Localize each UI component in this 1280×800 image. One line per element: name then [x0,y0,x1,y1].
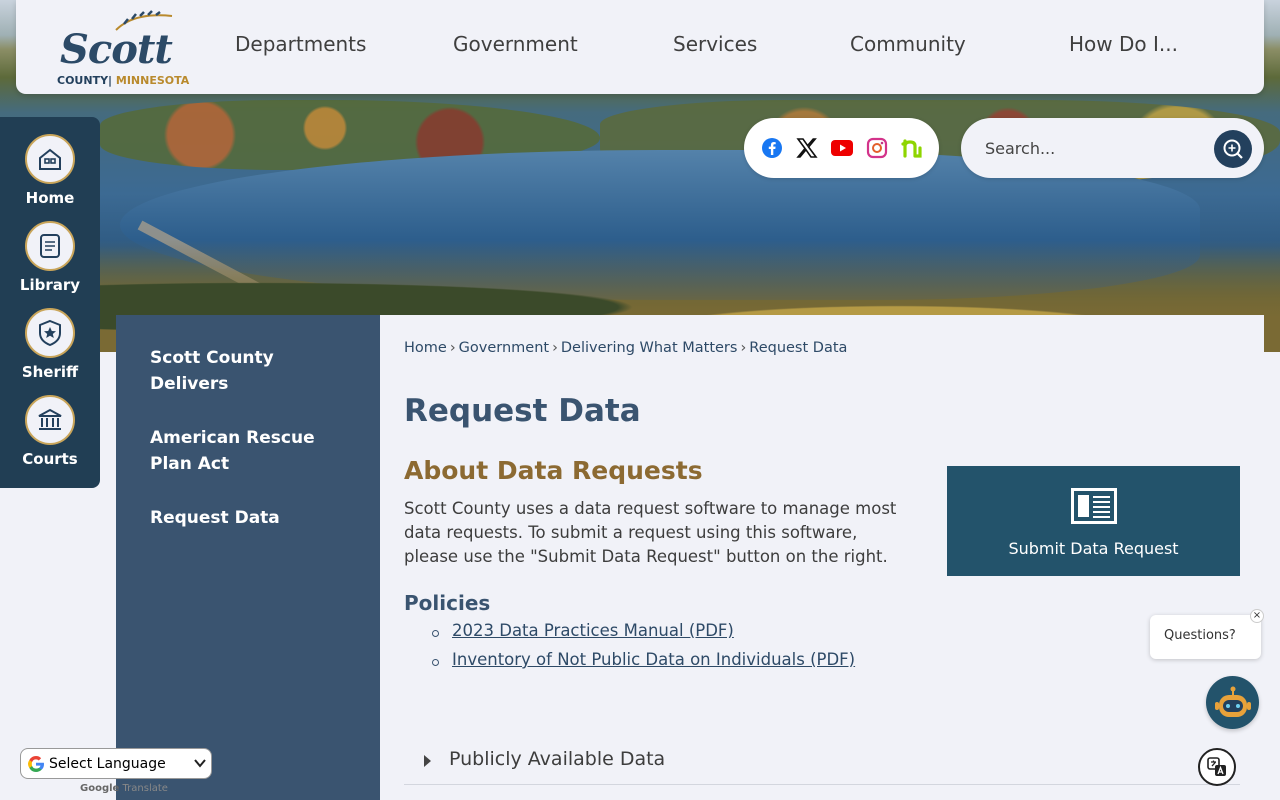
chatbot-button[interactable] [1206,676,1259,729]
section-sidebar: Scott County Delivers American Rescue Pl… [116,315,380,800]
social-links [744,118,939,178]
youtube-icon[interactable] [830,137,853,160]
facebook-icon[interactable] [760,137,783,160]
sidebar-item-request-data[interactable]: Request Data [150,505,350,531]
quick-links-rail: Home Library Sheriff Courts [0,117,100,488]
accordion-publicly-available-data[interactable]: Publicly Available Data [404,745,1240,785]
rail-library[interactable]: Library [0,221,100,294]
close-icon[interactable]: × [1250,609,1264,623]
policy-list: 2023 Data Practices Manual (PDF) Invento… [428,621,855,679]
breadcrumb-home[interactable]: Home [404,340,447,356]
policies-heading: Policies [404,591,491,615]
page-title: Request Data [404,393,641,429]
list-item: 2023 Data Practices Manual (PDF) [428,621,855,650]
search-button[interactable] [1214,130,1252,168]
search-box [961,118,1264,178]
logo-wordmark: Scott [60,26,173,73]
chat-prompt-bubble[interactable]: Questions? [1150,615,1261,659]
robot-icon [1214,686,1251,717]
logo-subtitle: COUNTY| MINNESOTA [57,74,190,87]
breadcrumb: Home › Government › Delivering What Matters ›… [404,340,848,356]
badge-icon [39,319,61,347]
translate-icon [1207,757,1226,776]
breadcrumb-current[interactable]: Request Data [749,340,847,356]
document-icon [1071,488,1117,524]
about-heading: About Data Requests [404,456,703,485]
translate-button[interactable] [1198,748,1236,786]
chevron-down-icon [194,759,206,768]
breadcrumb-government[interactable]: Government [459,340,549,356]
breadcrumb-delivering[interactable]: Delivering What Matters [561,340,738,356]
nav-services[interactable]: Services [673,32,757,56]
list-item: Inventory of Not Public Data on Individu… [428,650,855,679]
nav-how-do-i[interactable]: How Do I... [1069,32,1178,56]
book-icon [40,234,60,258]
about-text: Scott County uses a data request softwar… [404,499,897,566]
policy-link-manual[interactable]: 2023 Data Practices Manual (PDF) [452,621,734,640]
rail-sheriff[interactable]: Sheriff [0,308,100,381]
rail-home[interactable]: Home [0,134,100,207]
sidebar-item-american-rescue-plan[interactable]: American Rescue Plan Act [150,425,350,477]
policy-link-inventory[interactable]: Inventory of Not Public Data on Individu… [452,650,855,669]
rail-courts[interactable]: Courts [0,395,100,468]
nextdoor-icon[interactable] [900,137,923,160]
home-icon [39,148,61,170]
caret-right-icon [424,755,431,767]
main-content: Home › Government › Delivering What Matters ›… [380,315,1264,800]
submit-data-request-button[interactable]: Submit Data Request [947,466,1240,576]
search-input[interactable] [985,134,1205,162]
language-select[interactable]: Select Language [20,748,212,779]
site-logo[interactable]: Scott COUNTY| MINNESOTA [56,8,190,88]
nav-departments[interactable]: Departments [235,32,366,56]
site-header: Scott COUNTY| MINNESOTA Departments Gove… [16,0,1264,94]
google-translate-credit: Google Translate [80,783,168,794]
instagram-icon[interactable] [865,137,888,160]
nav-community[interactable]: Community [850,32,966,56]
nav-government[interactable]: Government [453,32,578,56]
courthouse-icon [38,408,62,430]
x-icon[interactable] [795,137,818,160]
google-g-icon [28,756,44,772]
sidebar-item-scott-county-delivers[interactable]: Scott County Delivers [150,345,350,397]
search-icon [1223,139,1243,159]
